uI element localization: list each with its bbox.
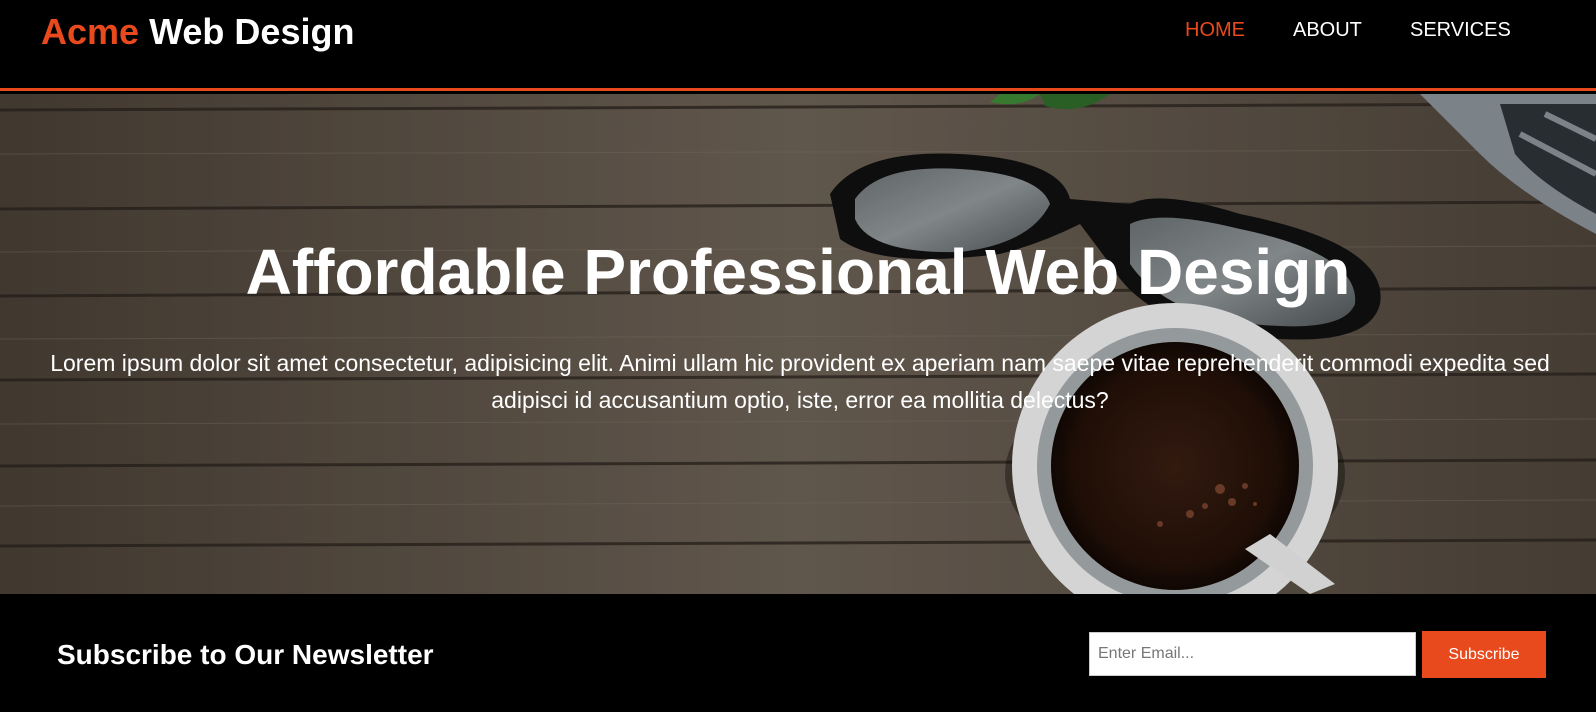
- newsletter-title: Subscribe to Our Newsletter: [57, 639, 434, 670]
- email-input[interactable]: [1089, 632, 1416, 676]
- showcase-hero: Affordable Professional Web Design Lorem…: [0, 94, 1596, 594]
- nav-about[interactable]: ABOUT: [1293, 17, 1362, 43]
- nav-services[interactable]: SERVICES: [1410, 17, 1511, 43]
- site-header: Acme Web Design HOME ABOUT SERVICES: [0, 0, 1596, 91]
- showcase-description: Lorem ipsum dolor sit amet consectetur, …: [50, 350, 1550, 413]
- brand-highlight: Acme: [41, 11, 140, 52]
- desk-background-image: [0, 94, 1596, 594]
- brand-name: Web Design: [149, 11, 355, 52]
- brand-logo[interactable]: Acme Web Design: [41, 10, 354, 54]
- nav-home[interactable]: HOME: [1185, 17, 1245, 43]
- subscribe-button[interactable]: Subscribe: [1422, 631, 1546, 678]
- newsletter-section: Subscribe to Our Newsletter Subscribe: [0, 594, 1596, 712]
- showcase-title: Affordable Professional Web Design: [245, 236, 1351, 308]
